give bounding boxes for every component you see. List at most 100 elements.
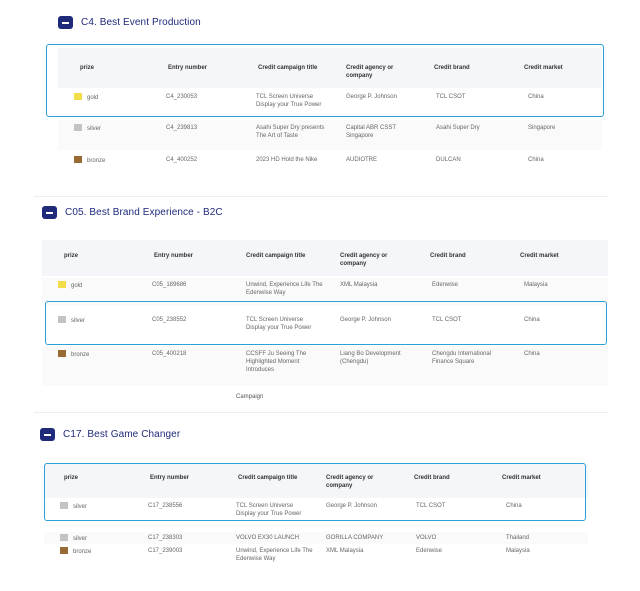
title-cell: CCSFF Ju Seeing The Highlighted Moment I… xyxy=(246,351,307,373)
silver-swatch-icon xyxy=(58,316,66,323)
gold-swatch-icon xyxy=(58,281,66,288)
title-cell: TCL Screen Universe Display your True Po… xyxy=(236,503,302,517)
col-brand: Credit brand xyxy=(434,65,470,71)
trailing-text: Campaign xyxy=(236,394,264,400)
col-agency: Credit agency or company xyxy=(340,253,388,267)
title-cell: 2023 HD Hold the Nike xyxy=(256,157,318,163)
agency-cell: GORILLA COMPANY xyxy=(326,535,384,541)
title-cell: VOLVO EX30 LAUNCH xyxy=(236,535,299,541)
prize-cell: gold xyxy=(58,281,82,290)
agency-cell: George P. Johnson xyxy=(340,317,391,323)
divider xyxy=(34,412,608,413)
collapse-icon[interactable] xyxy=(58,16,73,29)
results-table: prize Entry number Credit campaign title… xyxy=(42,240,608,390)
divider xyxy=(34,196,608,197)
table-row[interactable]: gold C4_230053 TCL Screen Universe Displ… xyxy=(58,88,602,116)
entry-cell: C4_239813 xyxy=(166,125,198,131)
brand-cell: TCL CSOT xyxy=(416,503,446,509)
market-cell: Thailand xyxy=(506,535,530,541)
title-cell: TCL Screen Universe Display your True Po… xyxy=(256,94,322,108)
col-entry: Entry number xyxy=(168,65,208,71)
brand-cell: Edenwise xyxy=(416,548,443,554)
market-cell: China xyxy=(524,351,540,357)
table-header-row: prize Entry number Credit campaign title… xyxy=(44,464,588,498)
brand-cell: Edenwise xyxy=(432,282,459,288)
brand-cell: Chengdu International Finance Square xyxy=(432,351,492,365)
table-row[interactable]: bronze C4_400252 2023 HD Hold the Nike A… xyxy=(58,152,602,182)
col-market: Credit market xyxy=(524,65,563,71)
col-prize: prize xyxy=(64,253,79,259)
brand-cell: DULCAN xyxy=(436,157,461,163)
col-brand: Credit brand xyxy=(430,253,466,259)
entry-cell: C17_238303 xyxy=(148,535,183,541)
title-cell: Unwind, Experience Life The Edenwise Way xyxy=(246,282,323,296)
collapse-icon[interactable] xyxy=(42,206,57,219)
silver-swatch-icon xyxy=(74,124,82,131)
market-cell: China xyxy=(524,317,540,323)
section-header[interactable]: C17. Best Game Changer xyxy=(40,428,180,441)
collapse-icon[interactable] xyxy=(40,428,55,441)
col-prize: prize xyxy=(64,475,79,481)
brand-cell: Asahi Super Dry xyxy=(436,125,480,131)
table-row[interactable]: gold C05_189686 Unwind, Experience Life … xyxy=(42,278,608,306)
bronze-swatch-icon xyxy=(74,156,82,163)
title-cell: TCL Screen Universe Display your True Po… xyxy=(246,317,312,331)
market-cell: Singapore xyxy=(528,125,556,131)
table-row[interactable]: bronze C05_400218 CCSFF Ju Seeing The Hi… xyxy=(42,346,608,386)
col-agency: Credit agency or company xyxy=(326,475,374,489)
agency-cell: AUDIOTRE xyxy=(346,157,378,163)
prize-cell: bronze xyxy=(74,156,105,165)
entry-cell: C17_239003 xyxy=(148,548,183,554)
table-row[interactable]: bronze C17_239003 Unwind, Experience Lif… xyxy=(44,545,588,581)
col-entry: Entry number xyxy=(150,475,190,481)
market-cell: China xyxy=(528,94,544,100)
section-header[interactable]: C05. Best Brand Experience - B2C xyxy=(42,206,223,219)
table-row[interactable]: silver C4_239813 Asahi Super Dry present… xyxy=(58,120,602,150)
section-title: C4. Best Event Production xyxy=(81,17,201,28)
agency-cell: George P. Johnson xyxy=(326,503,377,509)
prize-cell: silver xyxy=(60,534,87,543)
results-table: prize Entry number Credit campaign title… xyxy=(44,464,588,582)
col-agency: Credit agency or company xyxy=(346,65,394,79)
section-title: C17. Best Game Changer xyxy=(63,429,181,440)
prize-cell: gold xyxy=(74,93,98,102)
col-market: Credit market xyxy=(520,253,559,259)
market-cell: China xyxy=(528,157,544,163)
entry-cell: C05_400218 xyxy=(152,351,187,357)
market-cell: Malaysia xyxy=(506,548,530,554)
bronze-swatch-icon xyxy=(58,350,66,357)
brand-cell: TCL CSOT xyxy=(432,317,462,323)
title-cell: Asahi Super Dry presents The Art of Tast… xyxy=(256,125,325,139)
agency-cell: George P. Johnson xyxy=(346,94,397,100)
prize-cell: silver xyxy=(60,502,87,511)
gold-swatch-icon xyxy=(74,93,82,100)
entry-cell: C4_400252 xyxy=(166,157,198,163)
table-row[interactable]: silver C05_238552 TCL Screen Universe Di… xyxy=(42,308,608,342)
entry-cell: C05_238552 xyxy=(152,317,187,323)
prize-cell: silver xyxy=(74,124,101,133)
silver-swatch-icon xyxy=(60,502,68,509)
results-table: prize Entry number Credit campaign title… xyxy=(58,48,602,182)
prize-cell: silver xyxy=(58,316,85,325)
section-title: C05. Best Brand Experience - B2C xyxy=(65,207,223,218)
brand-cell: TCL CSOT xyxy=(436,94,466,100)
section-header[interactable]: C4. Best Event Production xyxy=(58,16,201,29)
entry-cell: C05_189686 xyxy=(152,282,187,288)
market-cell: Malaysia xyxy=(524,282,548,288)
table-header-row: prize Entry number Credit campaign title… xyxy=(58,48,602,88)
col-market: Credit market xyxy=(502,475,541,481)
prize-cell: bronze xyxy=(60,547,91,556)
col-brand: Credit brand xyxy=(414,475,450,481)
table-header-row: prize Entry number Credit campaign title… xyxy=(42,240,608,276)
table-row[interactable]: silver C17_238556 TCL Screen Universe Di… xyxy=(44,500,588,530)
col-title: Credit campaign title xyxy=(246,253,306,259)
brand-cell: VOLVO xyxy=(416,535,437,541)
prize-cell: bronze xyxy=(58,350,89,359)
table-row[interactable]: silver C17_238303 VOLVO EX30 LAUNCH GORI… xyxy=(44,532,588,544)
agency-cell: XML Malaysia xyxy=(326,548,364,554)
agency-cell: Capital ABR CSST Singapore xyxy=(346,125,396,139)
title-cell: Unwind, Experience Life The Edenwise Way xyxy=(236,548,313,562)
col-prize: prize xyxy=(80,65,95,71)
col-title: Credit campaign title xyxy=(238,475,298,481)
col-title: Credit campaign title xyxy=(258,65,318,71)
